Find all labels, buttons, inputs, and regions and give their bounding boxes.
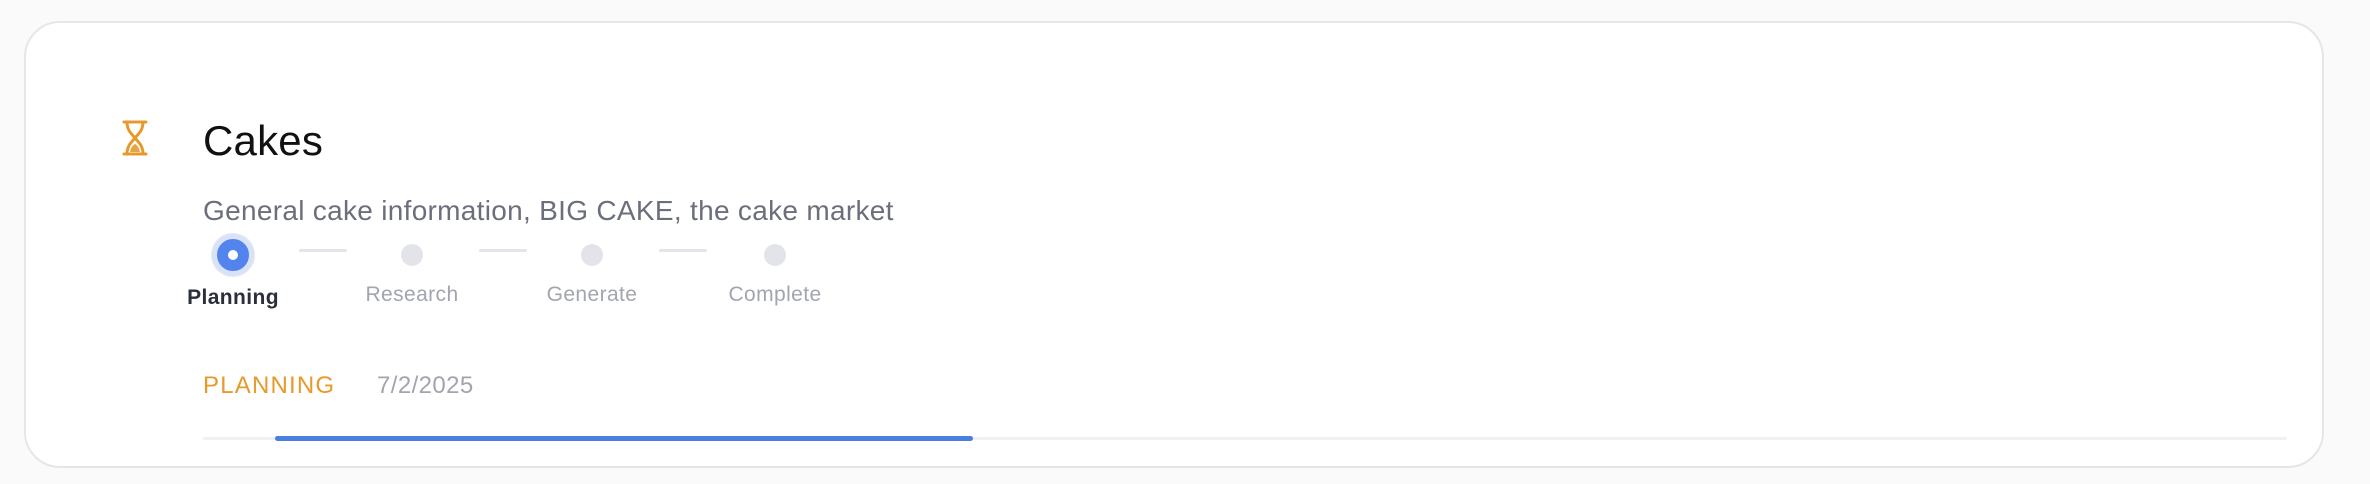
- status-badge: PLANNING: [203, 372, 336, 399]
- step-complete-label: Complete: [728, 283, 822, 306]
- progress-stepper: Planning Research Generate Complete: [26, 23, 2322, 466]
- status-date: 7/2/2025: [377, 372, 474, 399]
- task-card[interactable]: Cakes General cake information, BIG CAKE…: [24, 21, 2324, 468]
- step-generate-label: Generate: [546, 283, 638, 306]
- step-connector: [659, 249, 707, 252]
- progress-bar: [203, 436, 2287, 441]
- progress-bar-fill: [275, 436, 973, 441]
- card-title: Cakes: [203, 117, 324, 164]
- step-connector: [479, 249, 527, 252]
- hourglass-icon: [120, 119, 150, 157]
- step-research-label: Research: [365, 283, 459, 306]
- step-planning-indicator: [212, 234, 254, 276]
- card-subtitle: General cake information, BIG CAKE, the …: [203, 195, 894, 226]
- step-planning-label: Planning: [187, 286, 279, 309]
- step-generate-indicator: [581, 244, 603, 266]
- step-research-indicator: [401, 244, 423, 266]
- step-connector: [299, 249, 347, 252]
- step-complete-indicator: [764, 244, 786, 266]
